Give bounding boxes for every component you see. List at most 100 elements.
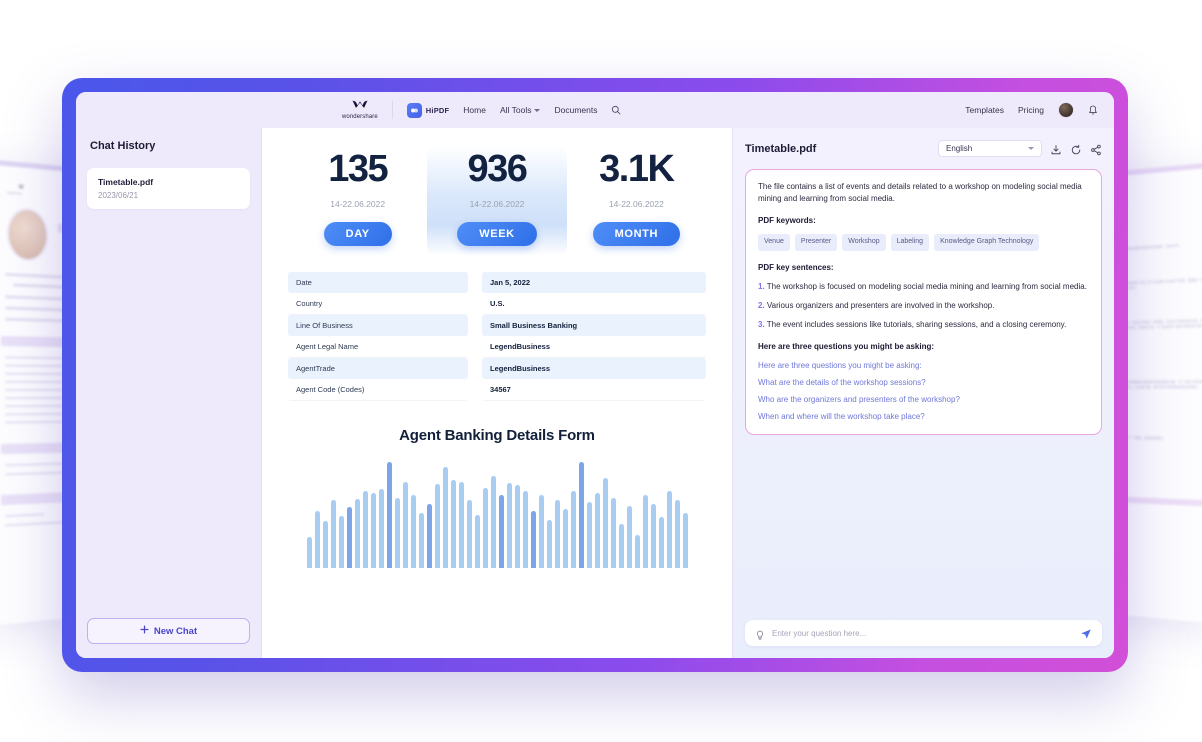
key-sentence-number: 3. xyxy=(758,320,765,329)
key-sentence-text: Various organizers and presenters are in… xyxy=(767,301,995,310)
stat-button-day[interactable]: DAY xyxy=(324,222,392,246)
chart-bar xyxy=(627,506,632,568)
table-row: Date Jan 5, 2022 xyxy=(288,272,706,293)
chart-bar xyxy=(499,495,504,568)
wondershare-mark-icon xyxy=(352,100,368,112)
chart-bar xyxy=(371,493,376,568)
chart-bar xyxy=(515,485,520,568)
wondershare-wordmark: wondershare xyxy=(342,114,378,120)
chart-bar xyxy=(379,489,384,568)
stat-button-week[interactable]: WEEK xyxy=(457,222,536,246)
chevron-down-icon xyxy=(1028,147,1034,150)
lightbulb-icon[interactable] xyxy=(755,628,765,639)
wondershare-logo[interactable]: wondershare xyxy=(342,100,378,120)
chart-bar xyxy=(675,500,680,568)
nav-link-all-tools[interactable]: All Tools xyxy=(500,105,541,115)
keyword-chip[interactable]: Venue xyxy=(758,234,790,251)
questions-heading: Here are three questions you might be as… xyxy=(758,341,1089,353)
chart-bar xyxy=(611,498,616,568)
chart-bar xyxy=(467,500,472,568)
chart-bar xyxy=(339,516,344,568)
stats-row: 135 14-22.06.2022 DAY 936 14-22.06.2022 … xyxy=(288,146,706,256)
ai-answer-card: The file contains a list of events and d… xyxy=(745,169,1102,435)
language-select[interactable]: English xyxy=(938,140,1042,157)
chart-title: Agent Banking Details Form xyxy=(288,427,706,444)
chart-bar xyxy=(395,498,400,568)
bar-chart xyxy=(288,458,706,568)
chart-bar xyxy=(547,520,552,568)
chart-bar xyxy=(475,515,480,568)
search-icon[interactable] xyxy=(611,105,621,115)
suggested-question[interactable]: What are the details of the workshop ses… xyxy=(758,377,1089,389)
key-sentence-text: The workshop is focused on modeling soci… xyxy=(767,282,1087,291)
suggested-question[interactable]: When and where will the workshop take pl… xyxy=(758,411,1089,423)
table-cell-value: Jan 5, 2022 xyxy=(482,272,706,293)
chart-bar xyxy=(619,524,624,568)
hipdf-logo[interactable]: HiPDF xyxy=(407,103,450,118)
language-select-value: English xyxy=(946,144,972,153)
keyword-chip[interactable]: Workshop xyxy=(842,234,885,251)
chart-bar xyxy=(651,504,656,568)
chart-bar xyxy=(363,491,368,568)
suggested-question[interactable]: Who are the organizers and presenters of… xyxy=(758,394,1089,406)
chat-panel-header: Timetable.pdf English xyxy=(745,140,1102,157)
table-cell-key: Date xyxy=(288,272,468,293)
chart-bar xyxy=(307,537,312,568)
table-cell-value: U.S. xyxy=(482,293,706,315)
chart-bar xyxy=(555,500,560,568)
table-row: Agent Code (Codes) 34567 xyxy=(288,379,706,401)
suggested-question[interactable]: Here are three questions you might be as… xyxy=(758,360,1089,372)
chat-input-placeholder[interactable]: Enter your question here... xyxy=(772,629,1073,638)
chat-history-item-name: Timetable.pdf xyxy=(98,177,239,187)
chart-bar xyxy=(387,462,392,568)
nav-link-home[interactable]: Home xyxy=(463,105,486,115)
stat-button-month[interactable]: MONTH xyxy=(593,222,680,246)
stat-card-week: 936 14-22.06.2022 WEEK xyxy=(427,146,566,256)
nav-link-templates[interactable]: Templates xyxy=(965,105,1004,115)
new-chat-button[interactable]: New Chat xyxy=(87,618,250,644)
keyword-list: Venue Presenter Workshop Labeling Knowle… xyxy=(758,234,1089,251)
app-window: wondershare HiPDF Home All Tools Documen… xyxy=(62,78,1128,672)
keyword-chip[interactable]: Labeling xyxy=(891,234,929,251)
chart-bar xyxy=(347,507,352,568)
send-icon[interactable] xyxy=(1080,627,1092,639)
chart-bar xyxy=(571,491,576,568)
download-icon[interactable] xyxy=(1050,143,1062,155)
chat-history-sidebar: Chat History Timetable.pdf 2023/06/21 Ne… xyxy=(76,128,262,658)
notification-bell-icon[interactable] xyxy=(1088,105,1098,116)
chat-spacer xyxy=(745,435,1102,621)
keywords-heading: PDF keywords: xyxy=(758,215,1089,227)
chart-bar xyxy=(683,513,688,568)
nav-link-pricing[interactable]: Pricing xyxy=(1018,105,1044,115)
table-cell-key: Agent Legal Name xyxy=(288,336,468,358)
chart-bar xyxy=(459,482,464,568)
chat-history-item[interactable]: Timetable.pdf 2023/06/21 xyxy=(87,168,250,209)
refresh-icon[interactable] xyxy=(1070,143,1082,155)
keyword-chip[interactable]: Knowledge Graph Technology xyxy=(934,234,1039,251)
share-icon[interactable] xyxy=(1090,143,1102,155)
table-row: Country U.S. xyxy=(288,293,706,315)
chart-bar xyxy=(523,491,528,568)
answer-summary: The file contains a list of events and d… xyxy=(758,181,1089,205)
hipdf-wordmark: HiPDF xyxy=(426,106,450,115)
stat-value: 936 xyxy=(468,150,527,190)
chart-bar xyxy=(595,493,600,568)
stat-card-month: 3.1K 14-22.06.2022 MONTH xyxy=(567,146,706,256)
keyword-chip[interactable]: Presenter xyxy=(795,234,837,251)
suggested-questions: Here are three questions you might be as… xyxy=(758,360,1089,423)
chart-bar xyxy=(483,488,488,568)
table-cell-value: LegendBusiness xyxy=(482,336,706,358)
chat-input-bar[interactable]: Enter your question here... xyxy=(745,620,1102,646)
chart-bar xyxy=(427,504,432,568)
nav-link-documents[interactable]: Documents xyxy=(554,105,597,115)
chart-bar xyxy=(579,462,584,568)
table-row: AgentTrade LegendBusiness xyxy=(288,358,706,379)
stat-date-range: 14-22.06.2022 xyxy=(330,199,385,209)
chart-bar xyxy=(403,482,408,568)
key-sentence: 2. Various organizers and presenters are… xyxy=(758,300,1089,312)
table-cell-key: Country xyxy=(288,293,468,315)
avatar[interactable] xyxy=(1058,102,1074,118)
chart-bar xyxy=(667,491,672,568)
chart-bar xyxy=(419,513,424,568)
key-sentence: 3. The event includes sessions like tuto… xyxy=(758,319,1089,331)
